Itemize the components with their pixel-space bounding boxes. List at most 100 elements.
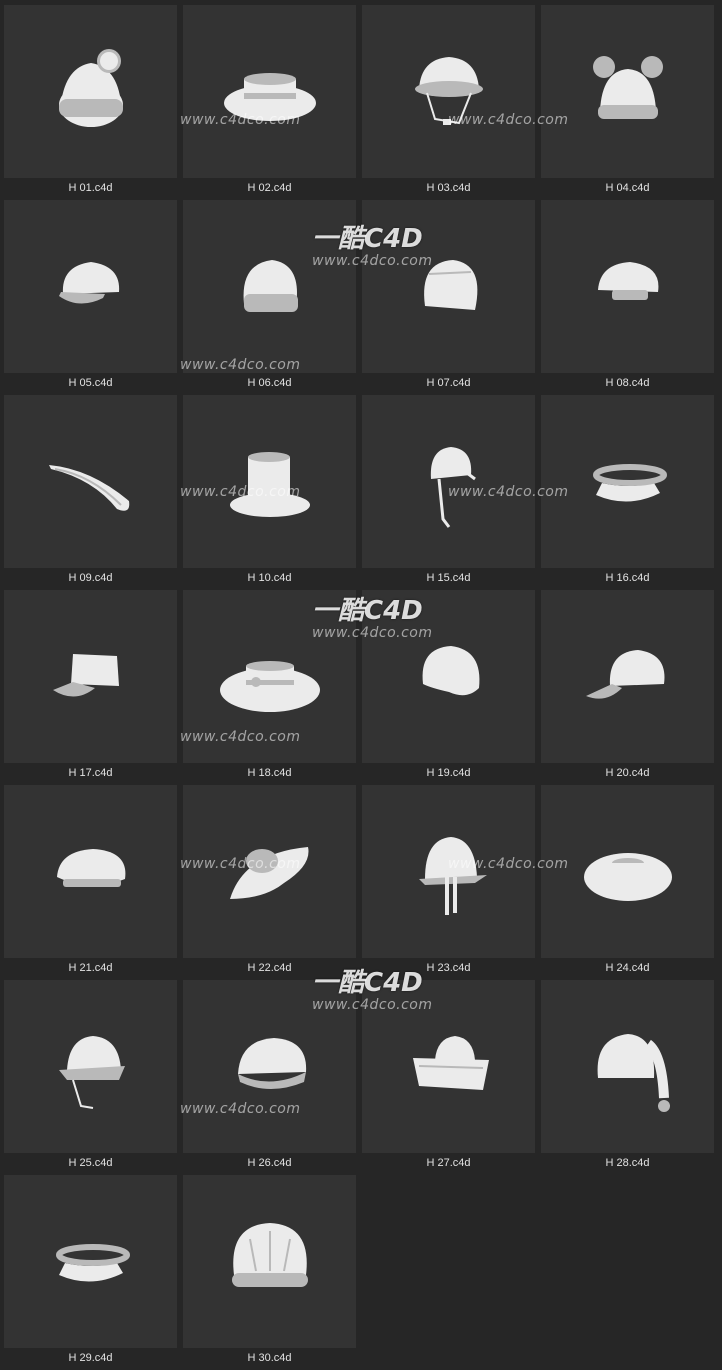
thumbnail[interactable] xyxy=(183,200,356,373)
thumbnail[interactable] xyxy=(183,980,356,1153)
file-label: H 09.c4d xyxy=(68,572,113,584)
file-label: H 27.c4d xyxy=(426,1157,471,1169)
flat-boater-icon xyxy=(558,799,698,944)
thumbnail[interactable] xyxy=(183,590,356,763)
grid-item[interactable]: H 24.c4d xyxy=(541,785,714,980)
thumbnail[interactable] xyxy=(183,395,356,568)
beanie-icon xyxy=(200,214,340,359)
grid-item[interactable]: H 15.c4d xyxy=(362,395,535,590)
grid-item[interactable]: H 22.c4d xyxy=(183,785,356,980)
nightcap-icon xyxy=(558,994,698,1139)
grid-item[interactable]: H 03.c4d xyxy=(362,5,535,200)
thumbnail[interactable] xyxy=(362,590,535,763)
floppy-hat-icon xyxy=(200,799,340,944)
thumbnail[interactable] xyxy=(4,980,177,1153)
newsboy-cap-icon xyxy=(21,214,161,359)
thumbnail[interactable] xyxy=(362,5,535,178)
thumbnail[interactable] xyxy=(362,395,535,568)
grid-item[interactable]: H 25.c4d xyxy=(4,980,177,1175)
boater-hat-icon xyxy=(200,19,340,164)
grid-item[interactable]: H 19.c4d xyxy=(362,590,535,785)
file-label: H 04.c4d xyxy=(605,182,650,194)
skull-cap-icon xyxy=(379,604,519,749)
file-label: H 20.c4d xyxy=(605,767,650,779)
file-label: H 07.c4d xyxy=(426,377,471,389)
grid-item[interactable]: H 05.c4d xyxy=(4,200,177,395)
file-label: H 18.c4d xyxy=(247,767,292,779)
thumbnail[interactable] xyxy=(541,395,714,568)
file-label: H 28.c4d xyxy=(605,1157,650,1169)
tricorn-hat-icon xyxy=(21,409,161,554)
file-label: H 02.c4d xyxy=(247,182,292,194)
grid-item[interactable]: H 07.c4d xyxy=(362,200,535,395)
grid-item[interactable]: H 21.c4d xyxy=(4,785,177,980)
thumbnail[interactable] xyxy=(183,1175,356,1348)
grid-item[interactable]: H 01.c4d xyxy=(4,5,177,200)
thumbnail-grid: H 01.c4d H 02.c4d H 03.c4d H 04.c4d H 05.c4d… xyxy=(0,0,722,1364)
grid-item[interactable]: H 06.c4d xyxy=(183,200,356,395)
file-label: H 30.c4d xyxy=(247,1352,292,1364)
thumbnail[interactable] xyxy=(4,1175,177,1348)
baseball-cap-icon xyxy=(558,604,698,749)
file-label: H 05.c4d xyxy=(68,377,113,389)
grid-item[interactable]: H 16.c4d xyxy=(541,395,714,590)
beret-icon xyxy=(21,799,161,944)
thumbnail[interactable] xyxy=(541,980,714,1153)
thumbnail[interactable] xyxy=(362,980,535,1153)
thumbnail[interactable] xyxy=(541,5,714,178)
file-label: H 23.c4d xyxy=(426,962,471,974)
thumbnail[interactable] xyxy=(183,785,356,958)
flat-cap-icon xyxy=(200,994,340,1139)
shower-cap-icon xyxy=(200,1189,340,1334)
grid-item[interactable]: H 23.c4d xyxy=(362,785,535,980)
cadet-cap-icon xyxy=(21,604,161,749)
file-label: H 15.c4d xyxy=(426,572,471,584)
grid-item[interactable]: H 09.c4d xyxy=(4,395,177,590)
file-label: H 22.c4d xyxy=(247,962,292,974)
file-label: H 29.c4d xyxy=(68,1352,113,1364)
thumbnail[interactable] xyxy=(4,590,177,763)
bonnet-icon xyxy=(379,409,519,554)
file-label: H 19.c4d xyxy=(426,767,471,779)
grid-item[interactable]: H 29.c4d xyxy=(4,1175,177,1370)
sailor-hat-icon xyxy=(379,994,519,1139)
grid-item[interactable]: H 27.c4d xyxy=(362,980,535,1175)
grid-item[interactable]: H 08.c4d xyxy=(541,200,714,395)
grid-item[interactable]: H 20.c4d xyxy=(541,590,714,785)
file-label: H 16.c4d xyxy=(605,572,650,584)
bucket-hat-strap-icon xyxy=(379,19,519,164)
grid-item[interactable]: H 10.c4d xyxy=(183,395,356,590)
thumbnail[interactable] xyxy=(4,395,177,568)
grid-item[interactable]: H 28.c4d xyxy=(541,980,714,1175)
cloche-ribbon-icon xyxy=(379,799,519,944)
thumbnail[interactable] xyxy=(541,785,714,958)
grid-item[interactable]: H 04.c4d xyxy=(541,5,714,200)
thumbnail[interactable] xyxy=(541,200,714,373)
grid-item[interactable]: H 18.c4d xyxy=(183,590,356,785)
bow-boater-icon xyxy=(200,604,340,749)
thumbnail[interactable] xyxy=(541,590,714,763)
thumbnail[interactable] xyxy=(362,200,535,373)
beanie-ears-icon xyxy=(558,19,698,164)
file-label: H 24.c4d xyxy=(605,962,650,974)
file-label: H 25.c4d xyxy=(68,1157,113,1169)
file-label: H 10.c4d xyxy=(247,572,292,584)
thumbnail[interactable] xyxy=(183,5,356,178)
beanie-pompom-icon xyxy=(21,19,161,164)
thumbnail[interactable] xyxy=(4,5,177,178)
top-hat-icon xyxy=(200,409,340,554)
slouch-beanie-icon xyxy=(379,214,519,359)
file-label: H 26.c4d xyxy=(247,1157,292,1169)
thumbnail[interactable] xyxy=(4,200,177,373)
grid-item[interactable]: H 02.c4d xyxy=(183,5,356,200)
file-label: H 03.c4d xyxy=(426,182,471,194)
thumbnail[interactable] xyxy=(362,785,535,958)
grid-item[interactable]: H 17.c4d xyxy=(4,590,177,785)
file-label: H 01.c4d xyxy=(68,182,113,194)
grid-item[interactable]: H 26.c4d xyxy=(183,980,356,1175)
chef-beret-icon xyxy=(558,214,698,359)
file-label: H 08.c4d xyxy=(605,377,650,389)
file-label: H 06.c4d xyxy=(247,377,292,389)
thumbnail[interactable] xyxy=(4,785,177,958)
grid-item[interactable]: H 30.c4d xyxy=(183,1175,356,1370)
